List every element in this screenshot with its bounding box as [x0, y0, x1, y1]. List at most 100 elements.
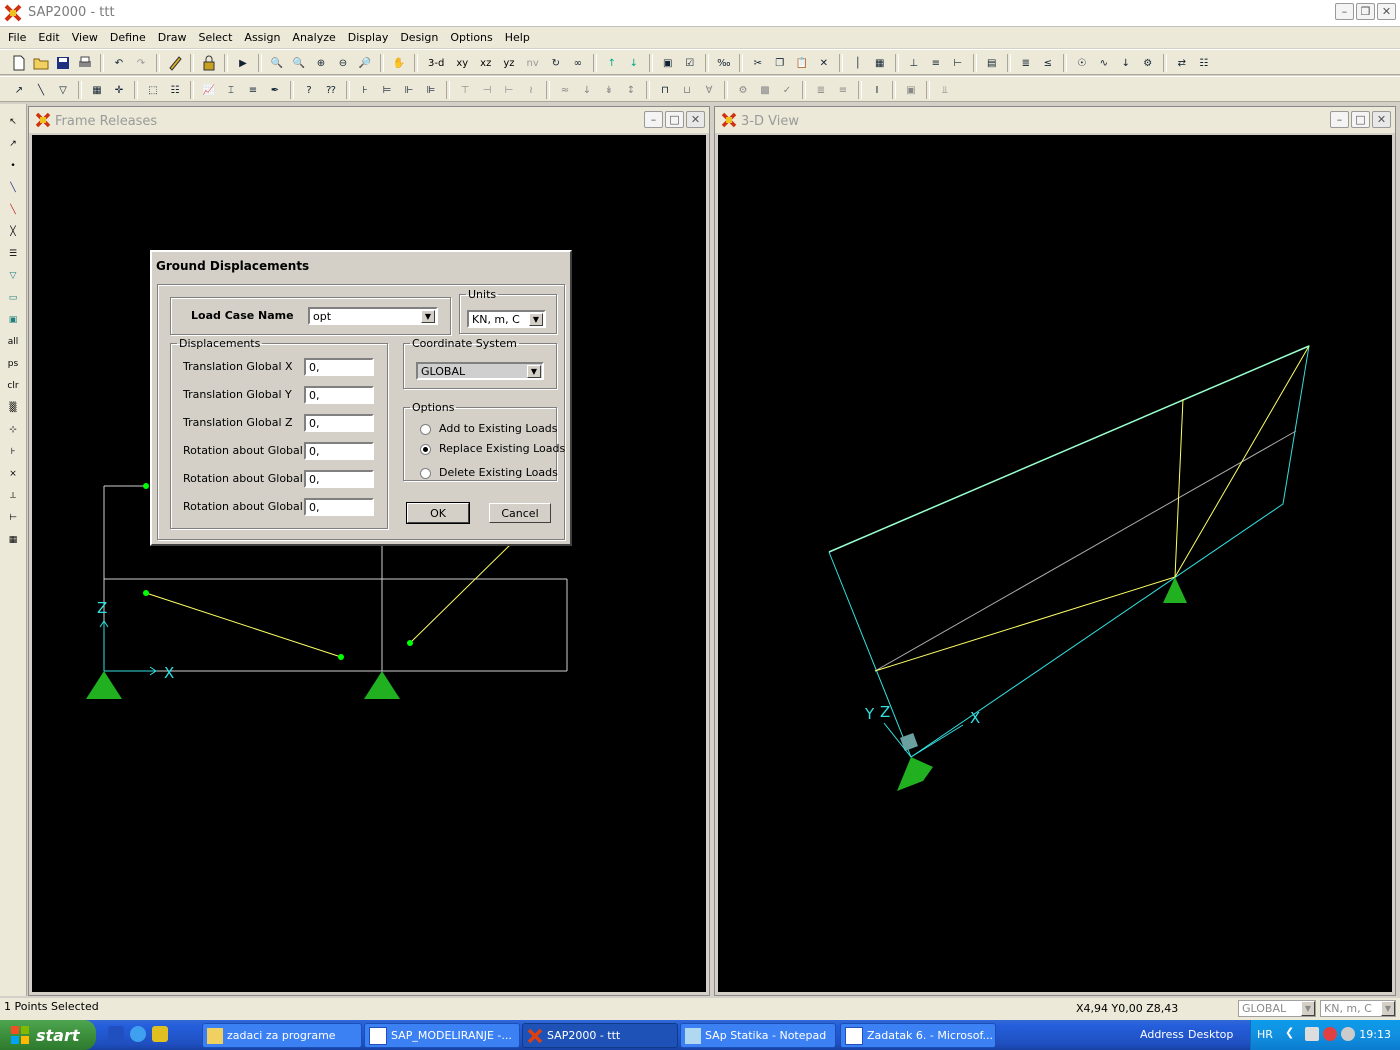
view-xy-button[interactable]: xy — [453, 55, 471, 71]
draw-section-icon[interactable]: ☰ — [5, 246, 21, 262]
new-file-icon[interactable] — [11, 55, 27, 71]
section-designer-icon[interactable]: ⌶ — [223, 82, 239, 98]
select-all-button[interactable]: all — [5, 334, 21, 350]
snap-intersections-icon[interactable]: ⨯ — [5, 466, 21, 482]
quick-draw-frame-icon[interactable]: ╲ — [5, 202, 21, 218]
frame-sections-icon[interactable]: ≡ — [928, 55, 944, 71]
pencil-icon[interactable] — [167, 55, 183, 71]
translation-x-field[interactable]: 0, — [304, 358, 374, 376]
load-case-combo[interactable]: opt ▼ — [308, 307, 438, 325]
rectangle-select-icon[interactable]: ⬚ — [145, 82, 161, 98]
show-forces-icon[interactable]: ☉ — [1074, 55, 1090, 71]
menu-select[interactable]: Select — [198, 31, 232, 44]
chevron-down-icon[interactable]: ▼ — [529, 313, 543, 326]
rotation-y-field[interactable]: 0, — [304, 470, 374, 488]
menu-edit[interactable]: Edit — [38, 31, 59, 44]
3d-close-button[interactable]: ✕ — [1372, 111, 1391, 128]
snap-lines-icon[interactable]: ⊢ — [5, 510, 21, 526]
intersecting-line-icon[interactable]: ▒ — [5, 400, 21, 416]
language-indicator[interactable]: HR — [1257, 1028, 1273, 1041]
zoom-window-icon[interactable]: 🔍 — [269, 55, 285, 71]
edit-icon[interactable]: ✒ — [267, 82, 283, 98]
area-sections-icon[interactable]: ▤ — [984, 55, 1000, 71]
move-up-icon[interactable]: ↑ — [604, 55, 620, 71]
design-aluminum-icon[interactable]: ≣ — [813, 82, 829, 98]
zoom-out-icon[interactable]: ⊖ — [335, 55, 351, 71]
desktop-toolbar-label[interactable]: Desktop — [1188, 1028, 1233, 1041]
speaker-icon[interactable] — [1341, 1027, 1355, 1041]
delete-loads-radio[interactable] — [420, 468, 431, 479]
view-xz-button[interactable]: xz — [477, 55, 494, 71]
percent-icon[interactable]: ‰ — [716, 55, 732, 71]
load-cases-icon[interactable]: ≤ — [1040, 55, 1056, 71]
cancel-button[interactable]: Cancel — [489, 503, 551, 523]
add-loads-radio[interactable] — [420, 424, 431, 435]
help-icon[interactable]: ? — [301, 82, 317, 98]
paste-icon[interactable]: 📋 — [794, 55, 810, 71]
menu-draw[interactable]: Draw — [158, 31, 187, 44]
restraint-fixed-icon[interactable]: ⊤ — [457, 82, 473, 98]
ie-quicklaunch-icon[interactable] — [130, 1026, 146, 1042]
draw-frame-icon[interactable]: ╲ — [5, 180, 21, 196]
chevron-down-icon[interactable]: ▼ — [527, 365, 541, 378]
menu-view[interactable]: View — [72, 31, 98, 44]
snap-joints-icon[interactable]: ⊹ — [5, 422, 21, 438]
open-folder-icon[interactable] — [33, 55, 49, 71]
show-link-icon[interactable]: ∀ — [701, 82, 717, 98]
cut-icon[interactable]: ✂ — [750, 55, 766, 71]
temperature-loads-icon[interactable]: ↕ — [623, 82, 639, 98]
gear-icon[interactable]: ⚙ — [1140, 55, 1156, 71]
chevron-down-icon[interactable]: ▼ — [421, 310, 435, 323]
draw-joint-icon[interactable]: • — [5, 158, 21, 174]
frame-maximize-button[interactable]: □ — [665, 111, 684, 128]
3d-minimize-button[interactable]: – — [1330, 111, 1349, 128]
show-deformed-icon[interactable]: ∿ — [1096, 55, 1112, 71]
draw-line-icon[interactable]: ╲ — [33, 82, 49, 98]
copy-icon[interactable]: ❐ — [772, 55, 788, 71]
menu-file[interactable]: File — [8, 31, 26, 44]
address-toolbar-label[interactable]: Address — [1140, 1028, 1184, 1041]
show-undeformed-icon[interactable]: │ — [850, 55, 866, 71]
3d-view-canvas[interactable]: X Y Z — [718, 135, 1392, 992]
snap-perpendicular-icon[interactable]: ⟂ — [5, 488, 21, 504]
translation-z-field[interactable]: 0, — [304, 414, 374, 432]
snap-perp-icon[interactable]: ⊫ — [423, 82, 439, 98]
rotate-view-icon[interactable]: ↻ — [548, 55, 564, 71]
menu-assign[interactable]: Assign — [244, 31, 280, 44]
chevron-down-icon[interactable]: ▼ — [1381, 1001, 1395, 1016]
plot-functions-icon[interactable]: 📈 — [201, 82, 217, 98]
zoom-restore-icon[interactable]: 🔍 — [291, 55, 307, 71]
task-word-doc[interactable]: SAP_MODELIRANJE -... — [364, 1023, 520, 1048]
clear-selection-button[interactable]: clr — [5, 378, 21, 394]
run-analysis-icon[interactable]: ▶ — [235, 55, 251, 71]
rotation-x-field[interactable]: 0, — [304, 442, 374, 460]
menu-options[interactable]: Options — [450, 31, 492, 44]
view-nv-button[interactable]: nv — [524, 55, 542, 71]
3d-maximize-button[interactable]: □ — [1351, 111, 1370, 128]
task-folder[interactable]: zadaci za programe — [202, 1023, 362, 1048]
task-sap2000[interactable]: SAP2000 - ttt — [522, 1023, 678, 1048]
extrude-icon[interactable]: ⫫ — [937, 82, 953, 98]
design-cold-icon[interactable]: ≡ — [835, 82, 851, 98]
app-quicklaunch-icon[interactable] — [152, 1026, 168, 1042]
start-button[interactable]: start — [0, 1020, 96, 1050]
show-frame-icon[interactable]: ⊓ — [657, 82, 673, 98]
previous-selection-button[interactable]: ps — [5, 356, 21, 372]
set-elements-icon[interactable]: ☑ — [682, 55, 698, 71]
quick-draw-area-icon[interactable]: ▣ — [5, 312, 21, 328]
replace-loads-radio[interactable] — [420, 444, 431, 455]
joint-loads-icon[interactable]: ↓ — [1118, 55, 1134, 71]
redo-icon[interactable]: ↷ — [133, 55, 149, 71]
draw-brace-icon[interactable]: ╳ — [5, 224, 21, 240]
design-steel-icon[interactable]: ⚙ — [735, 82, 751, 98]
menu-define[interactable]: Define — [110, 31, 146, 44]
print-icon[interactable] — [77, 55, 93, 71]
section-i-icon[interactable]: I — [869, 82, 885, 98]
restraint-roller-icon[interactable]: ⊢ — [501, 82, 517, 98]
move-down-icon[interactable]: ↓ — [626, 55, 642, 71]
coordinate-system-combo[interactable]: GLOBAL ▼ — [416, 362, 544, 380]
units-select[interactable]: KN, m, C ▼ — [1320, 1000, 1396, 1017]
joint-restraints-icon[interactable]: ⊥ — [906, 55, 922, 71]
frame-releases-icon[interactable]: ⊢ — [950, 55, 966, 71]
fill-icon[interactable]: ▣ — [903, 82, 919, 98]
